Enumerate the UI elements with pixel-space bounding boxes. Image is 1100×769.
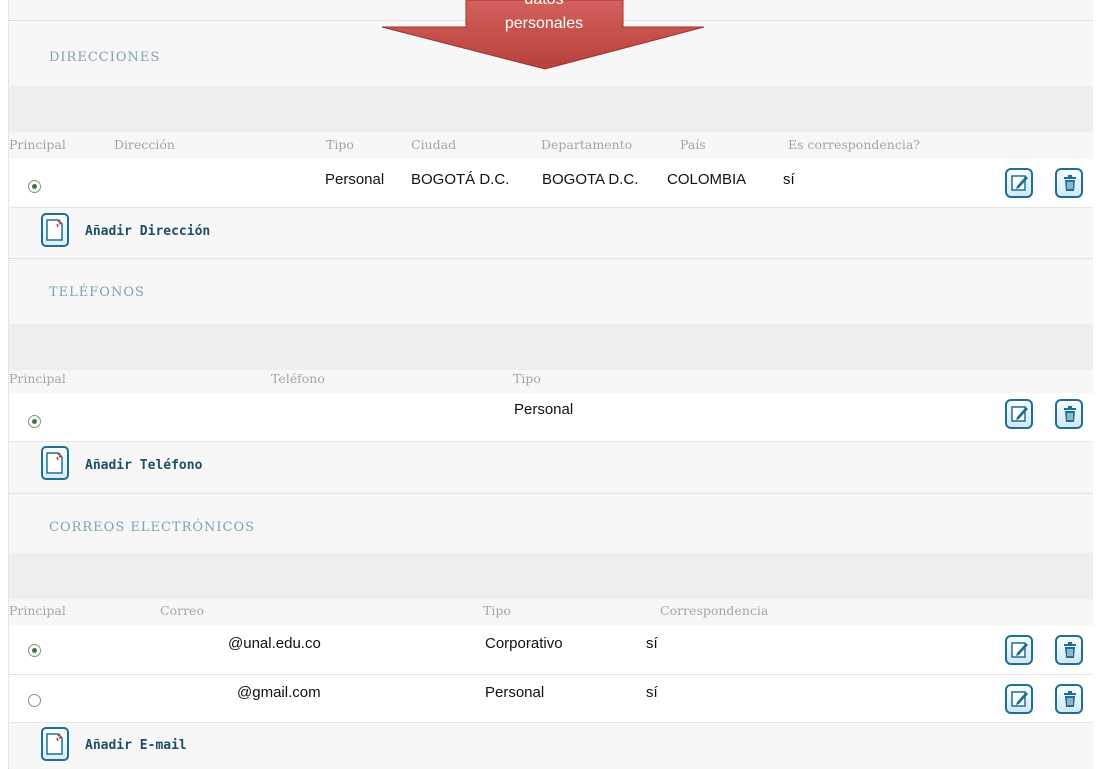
- col-header-correspondencia: Correspondencia: [660, 603, 769, 618]
- cell-tipo: Personal: [325, 171, 385, 188]
- cell-tipo: Corporativo: [485, 635, 563, 652]
- edit-button[interactable]: [1005, 684, 1033, 714]
- table-row: @gmail.com Personal sí: [9, 675, 1093, 723]
- col-header-tipo: Tipo: [326, 137, 354, 152]
- edit-button[interactable]: [1005, 399, 1033, 429]
- new-document-icon: [46, 733, 63, 755]
- col-header-telefono: Teléfono: [271, 371, 325, 386]
- add-email-link[interactable]: Añadir E-mail: [85, 738, 187, 753]
- divider: [9, 258, 1093, 259]
- add-phone-button[interactable]: [41, 446, 69, 480]
- edit-icon: [1011, 406, 1028, 422]
- edit-icon: [1011, 642, 1028, 658]
- cell-correo: @unal.edu.co: [228, 635, 321, 652]
- col-header-pais: País: [680, 137, 706, 152]
- callout-label-line1: datos: [466, 0, 622, 10]
- section-title-direcciones: DIRECCIONES: [49, 50, 161, 65]
- delete-button[interactable]: [1055, 168, 1083, 198]
- callout-arrow: [381, 0, 705, 70]
- add-email-button[interactable]: [41, 727, 69, 761]
- trash-icon: [1064, 691, 1076, 707]
- cell-departamento: BOGOTA D.C.: [542, 171, 639, 188]
- cell-ciudad: BOGOTÁ D.C.: [411, 171, 510, 188]
- header-band: [9, 86, 1093, 132]
- table-row: @unal.edu.co Corporativo sí: [9, 625, 1093, 675]
- trash-icon: [1064, 642, 1076, 658]
- edit-button[interactable]: [1005, 635, 1033, 665]
- col-header-tipo: Tipo: [483, 603, 511, 618]
- trash-icon: [1064, 175, 1076, 191]
- cell-tipo: Personal: [485, 684, 545, 701]
- add-address-link[interactable]: Añadir Dirección: [85, 224, 210, 239]
- callout-label-line2: personales: [504, 15, 584, 32]
- header-band: [9, 553, 1093, 599]
- table-row: Personal: [9, 393, 1093, 442]
- cell-correspondencia: sí: [646, 635, 658, 652]
- col-header-principal: Principal: [9, 137, 66, 152]
- col-header-principal: Principal: [9, 603, 66, 618]
- col-header-correo: Correo: [160, 603, 204, 618]
- cell-tipo: Personal: [514, 401, 574, 418]
- section-title-telefonos: TELÉFONOS: [49, 285, 145, 300]
- cell-correspondencia: sí: [783, 171, 795, 188]
- delete-button[interactable]: [1055, 684, 1083, 714]
- cell-correspondencia: sí: [646, 684, 658, 701]
- edit-icon: [1011, 691, 1028, 707]
- divider: [9, 493, 1093, 494]
- principal-radio[interactable]: [28, 694, 41, 707]
- col-header-tipo: Tipo: [513, 371, 541, 386]
- new-document-icon: [46, 219, 63, 241]
- header-band: [9, 324, 1093, 370]
- add-phone-link[interactable]: Añadir Teléfono: [85, 458, 202, 473]
- section-title-correos: CORREOS ELECTRÓNICOS: [49, 520, 256, 535]
- table-row: Personal BOGOTÁ D.C. BOGOTA D.C. COLOMBI…: [9, 159, 1093, 208]
- col-header-principal: Principal: [9, 371, 66, 386]
- col-header-direccion: Dirección: [114, 137, 175, 152]
- edit-icon: [1011, 175, 1028, 191]
- personal-data-panel: DIRECCIONES Principal Dirección Tipo Ciu…: [8, 0, 1093, 769]
- principal-radio[interactable]: [28, 180, 41, 193]
- cell-pais: COLOMBIA: [667, 171, 747, 188]
- principal-radio[interactable]: [28, 644, 41, 657]
- edit-button[interactable]: [1005, 168, 1033, 198]
- col-header-es-correspondencia: Es correspondencia?: [788, 137, 920, 152]
- cell-correo: @gmail.com: [237, 684, 321, 701]
- delete-button[interactable]: [1055, 399, 1083, 429]
- delete-button[interactable]: [1055, 635, 1083, 665]
- new-document-icon: [46, 452, 63, 474]
- add-address-button[interactable]: [41, 213, 69, 247]
- col-header-departamento: Departamento: [541, 137, 633, 152]
- col-header-ciudad: Ciudad: [411, 137, 457, 152]
- principal-radio[interactable]: [28, 415, 41, 428]
- trash-icon: [1064, 406, 1076, 422]
